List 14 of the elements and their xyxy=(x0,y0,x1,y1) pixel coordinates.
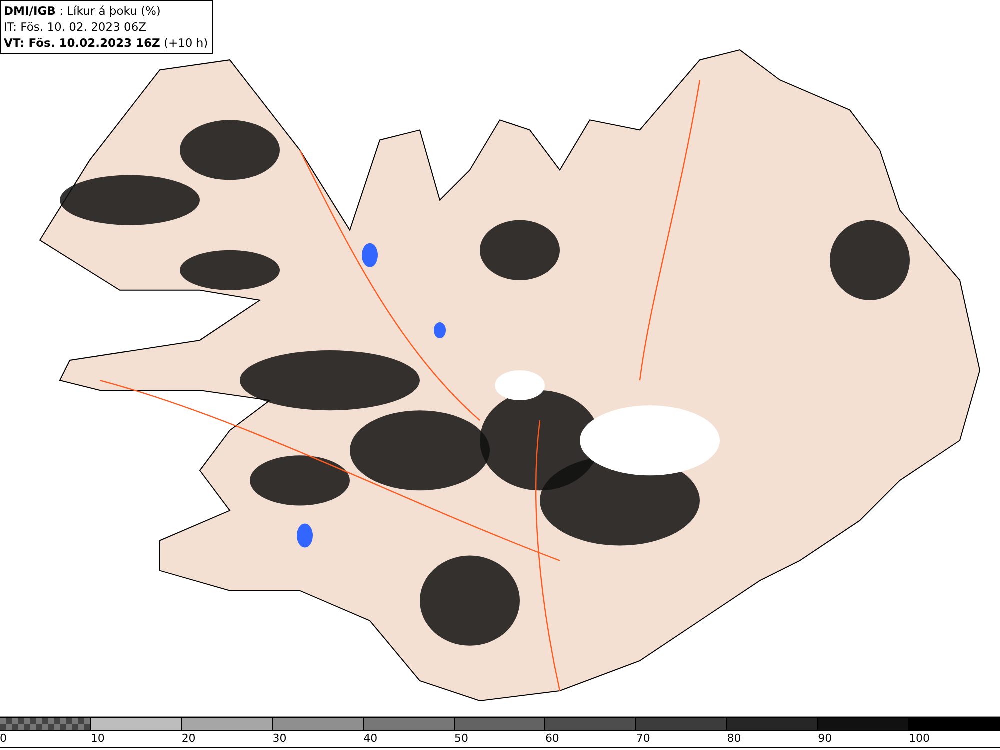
legend-label: 80 xyxy=(727,732,742,745)
legend-label: 70 xyxy=(636,732,650,745)
legend-label: 90 xyxy=(818,732,832,745)
legend-label: 20 xyxy=(182,732,196,745)
legend-label: 10 xyxy=(90,732,105,745)
legend-label: 50 xyxy=(454,732,469,745)
info-text: DMI/IGB : Líkur á þoku (%) xyxy=(4,3,162,19)
info-text: VT: Fös. 10.02.2023 16Z (+10 h) xyxy=(4,35,208,51)
legend-label: 0 xyxy=(0,732,7,745)
legend-label: 100 xyxy=(909,732,930,745)
legend-label: 30 xyxy=(272,732,287,745)
legend-label: 60 xyxy=(545,732,560,745)
legend-label: 40 xyxy=(364,732,378,745)
info-text: IT: Fös. 10. 02. 2023 06Z xyxy=(4,19,148,35)
